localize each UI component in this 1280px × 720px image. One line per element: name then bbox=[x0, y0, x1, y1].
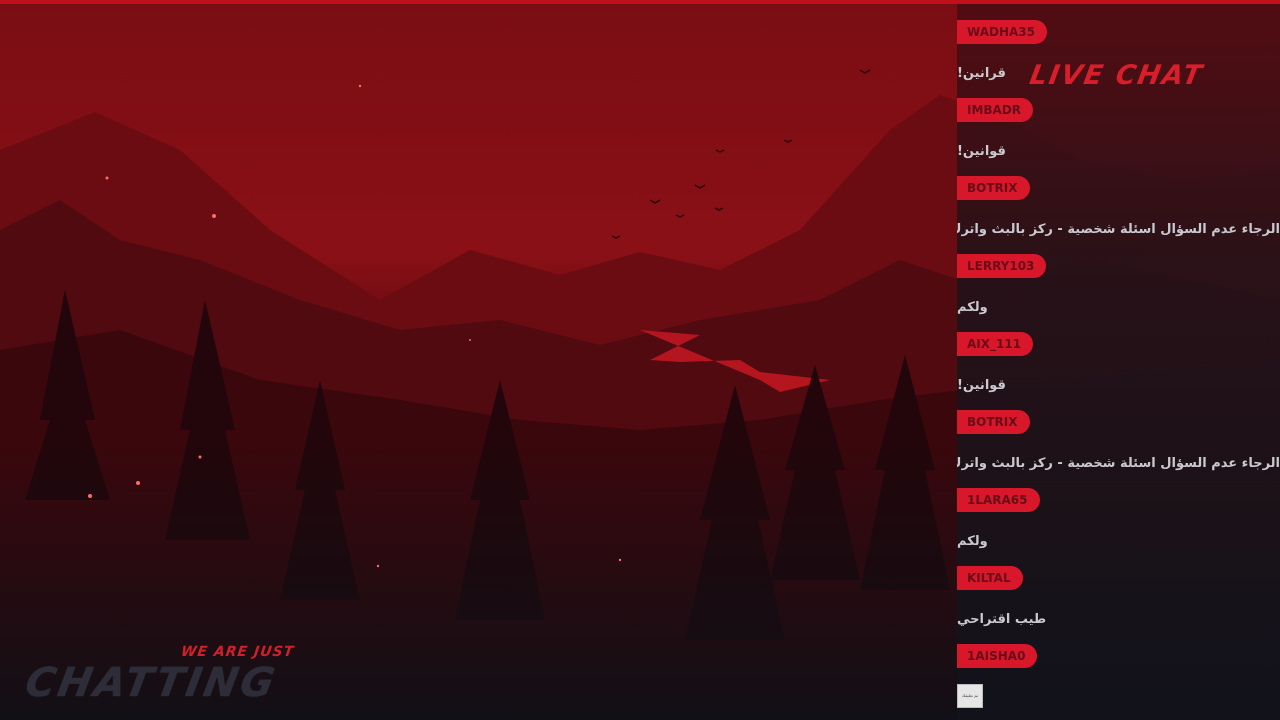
chat-feed[interactable]: WADHA35 قرانين! IMBADR قوانين! BOTRIX ال… bbox=[957, 0, 1280, 720]
username-badge[interactable]: LERRY103 bbox=[957, 254, 1047, 278]
username-badge[interactable]: BOTRIX bbox=[957, 176, 1030, 200]
message-text: ولكم bbox=[957, 300, 988, 315]
chat-message: BOTRIX الرجاء عدم السؤال اسئلة شخصية - ر… bbox=[957, 410, 1280, 471]
message-text: الرجاء عدم السؤال اسئلة شخصية - ركز بالب… bbox=[957, 456, 1280, 471]
message-text: طيب اقتراحي bbox=[957, 612, 1047, 627]
chat-message: AIX_111 قوانين! bbox=[957, 332, 1280, 393]
username-badge[interactable]: IMBADR bbox=[957, 98, 1034, 122]
chat-message: 1LARA65 ولكم bbox=[957, 488, 1280, 549]
stream-overlay: WE ARE JUST CHATTING LIVE CHAT WADHA35 ق… bbox=[0, 0, 1280, 720]
username-badge[interactable]: AIX_111 bbox=[957, 332, 1034, 356]
username-badge[interactable]: KILTAL bbox=[957, 566, 1023, 590]
chat-message: BOTRIX الرجاء عدم السؤال اسئلة شخصية - ر… bbox=[957, 176, 1280, 237]
username-badge[interactable]: 1AISHA0 bbox=[957, 644, 1038, 668]
message-text: قرانين! bbox=[957, 66, 1006, 81]
chat-message: LERRY103 ولكم bbox=[957, 254, 1280, 315]
brand-title: CHATTING bbox=[21, 660, 281, 706]
chat-message: KILTAL طيب اقتراحي bbox=[957, 566, 1280, 627]
message-image-attachment[interactable]: تم تعليقك bbox=[957, 684, 983, 708]
message-text: الرجاء عدم السؤال اسئلة شخصية - ركز بالب… bbox=[957, 222, 1280, 237]
username-badge[interactable]: WADHA35 bbox=[957, 20, 1047, 44]
brand-tagline: WE ARE JUST bbox=[179, 644, 296, 660]
username-badge[interactable]: BOTRIX bbox=[957, 410, 1030, 434]
chat-message: WADHA35 قرانين! bbox=[957, 20, 1280, 81]
message-text: قوانين! bbox=[957, 378, 1006, 393]
username-badge[interactable]: 1LARA65 bbox=[957, 488, 1040, 512]
message-text: قوانين! bbox=[957, 144, 1006, 159]
chat-message: 1AISHA0 bbox=[957, 644, 1280, 684]
chat-message: IMBADR قوانين! bbox=[957, 98, 1280, 159]
message-text: ولكم bbox=[957, 534, 988, 549]
